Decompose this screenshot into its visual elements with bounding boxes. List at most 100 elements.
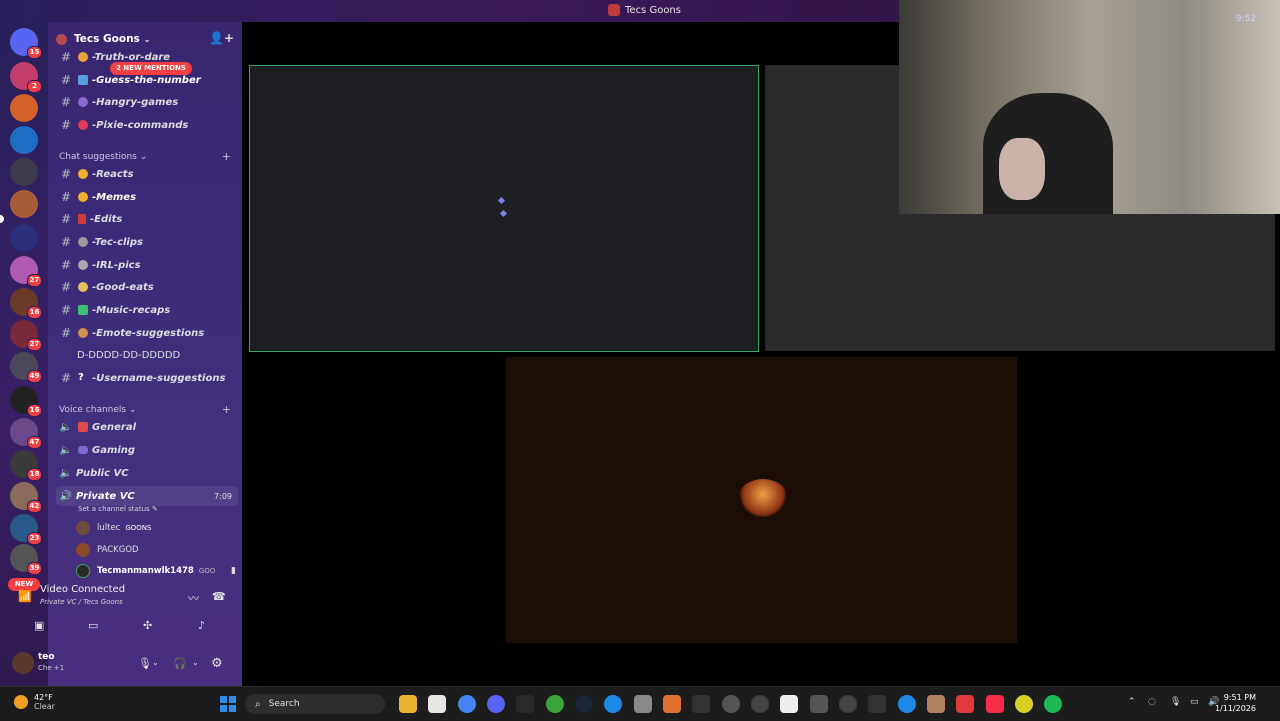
chevron-up-icon[interactable]: ⌃ xyxy=(1128,697,1136,707)
settings-gear-icon[interactable]: ⚙ xyxy=(211,656,223,671)
screen-share-icon[interactable]: ▭ xyxy=(88,619,98,632)
start-button[interactable] xyxy=(220,696,236,712)
chevron-down-icon[interactable]: ⌄ xyxy=(192,658,199,667)
video-tile[interactable] xyxy=(506,357,1017,643)
server-icon[interactable]: 49 xyxy=(10,352,42,383)
channel-label: Gaming xyxy=(92,444,136,456)
xbox-icon[interactable] xyxy=(546,695,564,713)
epic-games-icon[interactable] xyxy=(516,695,534,713)
channel-label: -Pixie-commands xyxy=(92,119,189,131)
system-clock[interactable]: 9:51 PM 1/11/2026 xyxy=(1215,692,1256,714)
home-server-icon[interactable]: 15 xyxy=(10,28,42,59)
channel-hangry-games[interactable]: # -Hangry-games xyxy=(56,92,238,112)
channel-guess-the-number[interactable]: # -Guess-the-number xyxy=(56,70,238,90)
app-icon[interactable] xyxy=(722,695,740,713)
invite-members-icon[interactable]: 👤+ xyxy=(209,31,234,45)
server-icon[interactable] xyxy=(10,126,38,154)
chevron-down-icon: ⌄ xyxy=(139,151,148,162)
server-icon[interactable] xyxy=(10,190,38,218)
app-icon[interactable] xyxy=(634,695,652,713)
channel-pixie-commands[interactable]: # -Pixie-commands xyxy=(56,115,238,135)
server-icon[interactable] xyxy=(10,94,38,122)
server-icon[interactable]: 16 xyxy=(10,386,42,417)
store-icon[interactable] xyxy=(428,695,446,713)
app-icon[interactable] xyxy=(956,695,974,713)
server-icon[interactable]: 23 xyxy=(10,514,42,545)
app-icon[interactable] xyxy=(663,695,681,713)
add-channel-icon[interactable]: + xyxy=(222,150,231,163)
hash-icon: # xyxy=(60,167,72,181)
channel-edits[interactable]: # -Edits xyxy=(56,209,238,229)
display-icon[interactable]: ▭ xyxy=(1190,697,1199,707)
camera-off-icon[interactable]: ▣ xyxy=(34,619,44,632)
channel-status-link[interactable]: Set a channel status ✎ xyxy=(78,505,158,513)
signal-icon[interactable]: 📶 xyxy=(18,590,32,603)
guild-name: Tecs Goons xyxy=(74,33,140,45)
chrome-icon[interactable] xyxy=(458,695,476,713)
server-icon[interactable]: 16 xyxy=(10,288,42,319)
video-tile-active[interactable] xyxy=(249,65,759,352)
channel-memes[interactable]: # -Memes xyxy=(56,187,238,207)
disconnect-icon[interactable]: ☎ xyxy=(212,590,226,603)
chevron-down-icon[interactable]: ⌄ xyxy=(152,658,159,667)
server-icon[interactable]: 27 xyxy=(10,256,42,287)
server-icon[interactable]: 47 xyxy=(10,418,42,449)
server-icon[interactable] xyxy=(10,158,38,186)
channel-status-text: Set a channel status xyxy=(78,505,150,513)
voice-channel-private-vc[interactable]: 🔊 Private VC 7:09 xyxy=(56,486,238,506)
channel-emoji-icon xyxy=(78,52,88,62)
channel-unnamed[interactable]: D-DDDD-DD-DDDDD xyxy=(56,345,238,365)
headphones-icon[interactable]: 🎧 xyxy=(173,657,187,670)
voice-channel-general[interactable]: 🔈 General xyxy=(56,417,238,437)
music-icon[interactable] xyxy=(986,695,1004,713)
app-icon[interactable] xyxy=(1015,695,1033,713)
app-icon[interactable] xyxy=(780,695,798,713)
avatar[interactable] xyxy=(12,652,34,674)
server-icon[interactable] xyxy=(10,224,38,252)
microphone-icon[interactable]: 🎙 xyxy=(138,657,152,670)
taskbar-search[interactable]: ⌕ Search xyxy=(245,694,385,714)
spotify-icon[interactable] xyxy=(1044,695,1062,713)
channel-tec-clips[interactable]: # -Tec-clips xyxy=(56,232,238,252)
server-icon[interactable]: 42 xyxy=(10,482,42,513)
server-icon[interactable]: 39 xyxy=(10,544,42,575)
channel-username-suggestions[interactable]: #? -Username-suggestions xyxy=(56,368,238,388)
voice-channel-gaming[interactable]: 🔈 Gaming xyxy=(56,440,238,460)
category-voice-channels[interactable]: Voice channels ⌄ + xyxy=(59,403,231,416)
channel-emoji-icon xyxy=(78,75,88,85)
server-icon[interactable]: 27 xyxy=(10,320,42,351)
network-icon[interactable]: ◌ xyxy=(1148,697,1156,707)
app-icon[interactable] xyxy=(604,695,622,713)
microphone-icon[interactable]: 🎙 xyxy=(1170,697,1181,707)
voice-user[interactable]: lultec GOONS xyxy=(76,519,236,537)
obs-icon[interactable] xyxy=(751,695,769,713)
voice-user[interactable]: PACKGOD xyxy=(76,541,236,559)
add-channel-icon[interactable]: + xyxy=(222,403,231,416)
app-icon[interactable] xyxy=(927,695,945,713)
server-icon[interactable]: 2 xyxy=(10,62,42,93)
category-chat-suggestions[interactable]: Chat suggestions ⌄ + xyxy=(59,150,231,163)
channel-emote-suggestions[interactable]: # -Emote-suggestions xyxy=(56,323,238,343)
server-icon[interactable]: 18 xyxy=(10,450,42,481)
app-icon[interactable] xyxy=(839,695,857,713)
app-icon[interactable] xyxy=(898,695,916,713)
app-icon[interactable] xyxy=(868,695,886,713)
user-tag-badge: GOONS xyxy=(125,524,152,532)
file-explorer-icon[interactable] xyxy=(399,695,417,713)
discord-icon[interactable] xyxy=(487,695,505,713)
weather-widget[interactable]: 42°F Clear xyxy=(14,693,55,711)
app-icon[interactable] xyxy=(692,695,710,713)
steam-icon[interactable] xyxy=(575,695,593,713)
soundboard-icon[interactable]: ♪ xyxy=(198,619,205,632)
app-icon[interactable] xyxy=(810,695,828,713)
voice-channel-public-vc[interactable]: 🔈 Public VC xyxy=(56,463,238,483)
activities-icon[interactable]: ✣ xyxy=(143,619,152,632)
noise-suppression-icon[interactable]: 〰 xyxy=(188,590,199,606)
avatar xyxy=(76,543,90,557)
channel-irl-pics[interactable]: # -IRL-pics xyxy=(56,255,238,275)
temperature: 42°F xyxy=(34,693,53,702)
channel-reacts[interactable]: # -Reacts xyxy=(56,164,238,184)
guild-header[interactable]: Tecs Goons ⌄ 👤+ xyxy=(56,30,234,48)
channel-good-eats[interactable]: # -Good-eats xyxy=(56,277,238,297)
channel-music-recaps[interactable]: # -Music-recaps xyxy=(56,300,238,320)
